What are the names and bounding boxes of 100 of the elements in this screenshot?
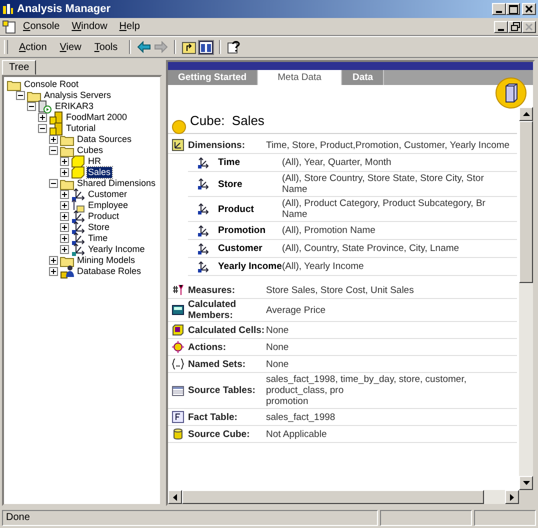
expand-box-icon[interactable] [60,223,69,232]
left-arrow-icon[interactable] [173,494,177,500]
collapse-box-icon[interactable] [38,124,47,133]
close-icon[interactable] [525,5,533,13]
property-value: sales_fact_1998, time_by_day, store, customer, product_class, pro promotion [266,373,468,408]
hierarchy-icon [197,178,209,190]
calculator-icon [172,304,184,316]
property-value: None [266,340,290,354]
menu-item[interactable]: Window [66,21,112,32]
server-icon [38,100,52,114]
maximize-icon[interactable] [508,4,518,14]
tree-item[interactable]: Cubes [76,145,104,156]
hierarchy-icon [197,260,209,272]
down-arrow-icon[interactable] [522,481,530,485]
property-label: Calculated Cells: [188,324,266,336]
hierarchy-icon [197,156,209,168]
collapse-box-icon[interactable] [16,91,25,100]
tree-item[interactable]: Tutorial [65,123,97,134]
folder-icon [60,144,74,156]
property-value: Store Sales, Store Cost, Unit Sales [266,284,415,296]
back-arrow-icon[interactable] [136,41,151,53]
dimension-levels: (All), Product Category, Product Subcategory, Br Name [282,197,486,221]
folder-icon [60,254,74,266]
property-label: Calculated Members: [188,299,238,321]
property-label: Measures: [188,284,236,296]
tree-item[interactable]: Data Sources [76,134,133,145]
folder-up-icon[interactable] [182,40,196,54]
close-button[interactable] [522,20,536,32]
tree-item[interactable]: Time [87,233,109,244]
hierarchy-icon [197,224,209,236]
horizontal-scrollbar[interactable] [168,490,533,504]
hierarchy-icon [71,220,85,234]
expand-box-icon[interactable] [60,212,69,221]
window-title: Analysis Manager [17,3,112,15]
cube-title: Cube: Sales [190,112,264,128]
pane-toggle-icon[interactable] [198,40,213,54]
menu-item[interactable]: Action [14,42,52,52]
expand-box-icon[interactable] [60,234,69,243]
tree-item[interactable]: Customer [87,189,128,200]
tree-item[interactable]: Database Roles [76,266,142,277]
tree-item[interactable]: ERIKAR3 [54,101,95,112]
tree-item[interactable]: Sales [87,167,112,178]
expand-box-icon[interactable] [49,267,58,276]
tree-item[interactable]: HR [87,156,102,167]
property-label: Source Tables: [188,385,256,396]
collapse-box-icon[interactable] [49,146,58,155]
cube-icon [172,324,184,336]
menu-item[interactable]: Console [18,21,65,32]
tree-item[interactable]: FoodMart 2000 [65,112,128,123]
menu-item[interactable]: Tools [89,42,123,52]
dimension-levels: (All), Country, State Province, City, Lname [282,242,460,255]
expand-box-icon[interactable] [49,135,58,144]
tree-item[interactable]: Product [87,211,120,222]
cube-icon [71,155,85,168]
right-arrow-icon[interactable] [510,494,514,500]
expand-box-icon[interactable] [60,157,69,166]
property-value: Average Price [266,304,326,316]
collapse-box-icon[interactable] [49,179,58,188]
tree-item[interactable]: Analysis Servers [43,90,112,101]
maximize-button[interactable] [506,3,520,15]
bullet-dot-icon [172,120,186,134]
minimize-button[interactable] [494,20,508,32]
tree-item[interactable]: Mining Models [76,255,136,266]
minimize-button[interactable] [492,3,506,15]
expand-box-icon[interactable] [49,256,58,265]
tree-item[interactable]: Console Root [23,79,80,90]
hierarchy-icon [197,242,209,254]
console-icon[interactable] [2,20,16,34]
tree-item[interactable]: Employee [87,200,130,211]
restore-icon[interactable] [510,22,520,31]
folder-icon [7,78,21,90]
expand-box-icon[interactable] [60,245,69,254]
tree-item[interactable]: Store [87,222,111,233]
tree-item[interactable]: Shared Dimensions [76,178,157,189]
table-icon [172,384,184,396]
menu-item[interactable]: View [54,42,86,52]
dimension-name: Promotion [218,225,266,236]
expand-box-icon[interactable] [38,113,47,122]
expand-box-icon[interactable] [60,190,69,199]
measure-icon [172,284,184,296]
status-panel [474,510,536,526]
tree-item[interactable]: Yearly Income [87,244,146,255]
cube-stack-icon [49,122,63,136]
status-text: Done [2,510,378,526]
property-value: None [266,324,290,336]
tab[interactable]: Meta Data [258,70,342,85]
close-button[interactable] [522,3,536,15]
menu-item[interactable]: Help [114,21,145,32]
restore-button[interactable] [508,20,522,32]
vertical-scrollbar[interactable] [519,107,533,490]
tree-tab[interactable]: Tree [2,60,36,75]
property-value: sales_fact_1998 [266,410,336,424]
collapse-box-icon[interactable] [27,102,36,111]
help-icon[interactable] [226,40,241,54]
property-label: Dimensions: [188,140,246,150]
up-arrow-icon[interactable] [522,112,530,116]
folder-icon [60,134,74,146]
expand-box-icon[interactable] [60,201,69,210]
dimension-name: Customer [218,243,264,254]
expand-box-icon[interactable] [60,168,69,177]
